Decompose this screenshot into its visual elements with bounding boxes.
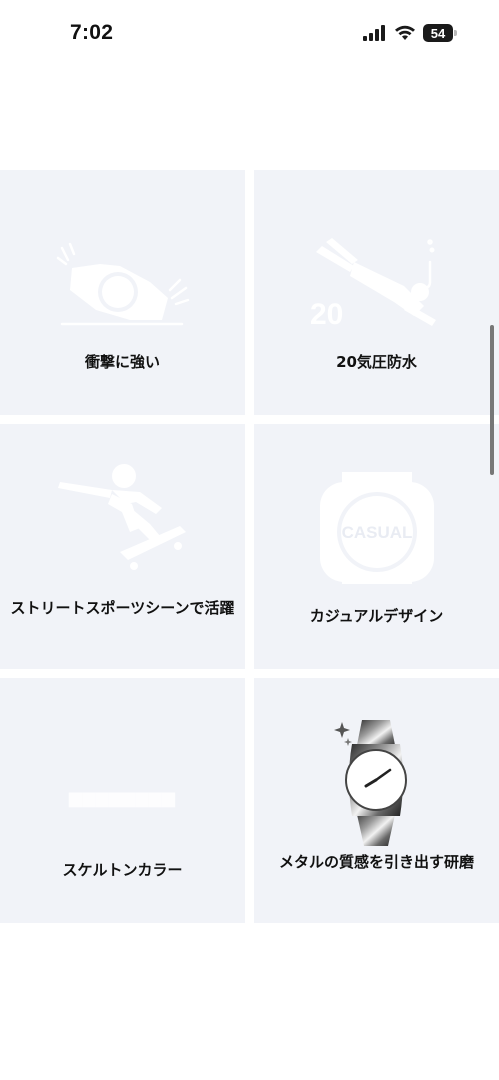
feature-label: スケルトンカラー (62, 861, 183, 879)
feature-label: メタルの質感を引き出す研磨 (278, 853, 474, 871)
battery-level: 54 (430, 25, 446, 41)
casual-badge: CASUAL (342, 523, 413, 542)
depth-badge: 20 (310, 298, 343, 331)
feature-grid: 衝撃に強い 20 20気圧防水 ストリートスポーツシーンで活躍 CASUAL カ… (0, 170, 499, 923)
feature-tile-water-resist[interactable]: 20 20気圧防水 (254, 170, 499, 415)
status-time: 7:02 (70, 21, 114, 44)
feature-label: カジュアルデザイン (309, 607, 444, 625)
battery-icon: 54 (423, 24, 457, 42)
feature-tile-street-sports[interactable]: ストリートスポーツシーンで活躍 (0, 424, 245, 669)
feature-label: 20気圧防水 (336, 353, 417, 371)
feature-label: ストリートスポーツシーンで活躍 (10, 599, 235, 617)
signal-icon (363, 25, 385, 41)
wifi-icon (395, 25, 415, 40)
diver-icon: 20 (310, 238, 436, 331)
status-icons: 54 (363, 24, 457, 42)
skateboarder-icon (58, 464, 186, 570)
status-bar: 7:02 54 (0, 0, 499, 66)
shock-resist-icon (56, 242, 190, 326)
feature-tile-casual-design[interactable]: CASUAL カジュアルデザイン (254, 424, 499, 669)
feature-tile-metal-polish[interactable]: メタルの質感を引き出す研磨 (254, 678, 499, 923)
skeleton-watch-icon: ▆▆▆▆▆▆▆▆ (69, 790, 176, 807)
metal-watch-icon (334, 720, 407, 846)
feature-tile-shock-resist[interactable]: 衝撃に強い (0, 170, 245, 415)
scrollbar[interactable] (490, 325, 494, 475)
feature-tile-skeleton-color[interactable]: ▆▆▆▆▆▆▆▆ スケルトンカラー (0, 678, 245, 923)
feature-label: 衝撃に強い (84, 353, 160, 371)
casual-watch-icon: CASUAL (320, 472, 434, 584)
